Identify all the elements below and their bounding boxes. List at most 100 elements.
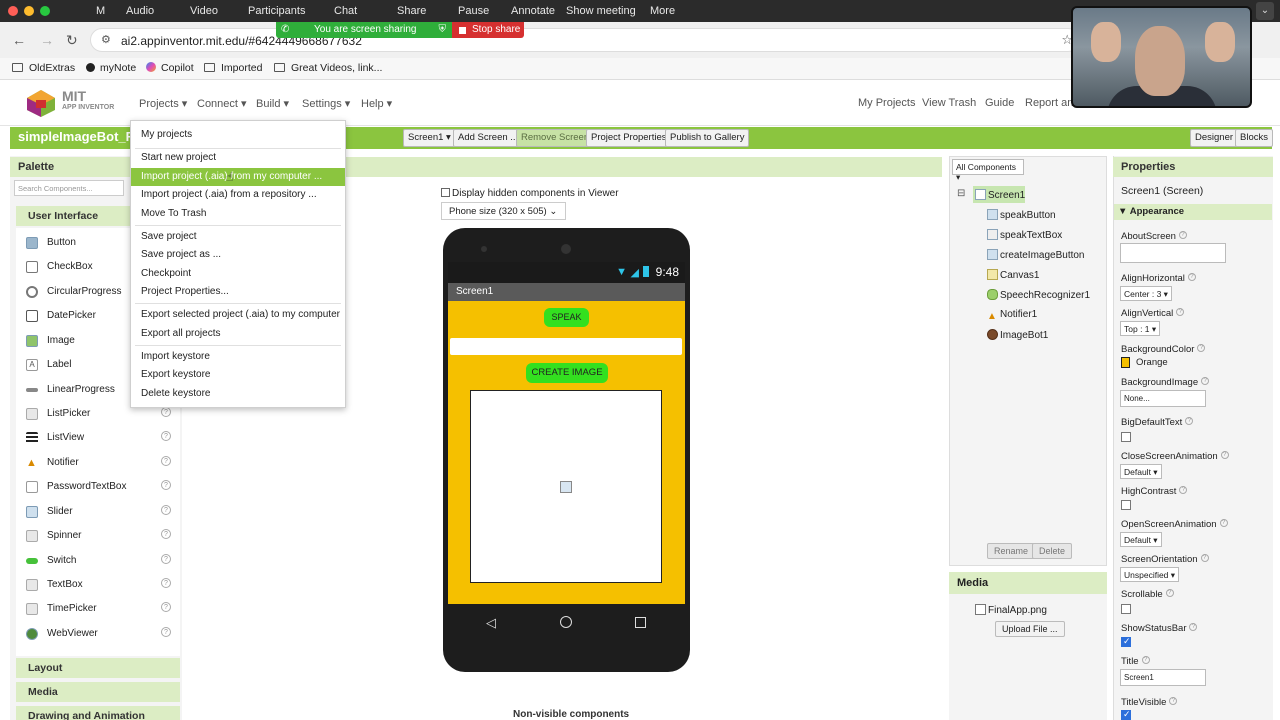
palette-search-input[interactable]: Search Components... [14, 180, 124, 196]
menu-item-delete-keystore[interactable]: Delete keystore [131, 385, 345, 403]
tree-item-imagebot1[interactable]: ImageBot1 [987, 329, 1048, 341]
help-icon[interactable]: ? [161, 407, 171, 417]
blocks-button[interactable]: Blocks [1235, 129, 1273, 147]
menu-item-import-from-repository[interactable]: Import project (.aia) from a repository … [131, 186, 345, 204]
zoom-chat[interactable]: Chat [334, 5, 357, 17]
help-icon[interactable]: ? [1197, 344, 1206, 352]
zoom-video[interactable]: Video [190, 5, 218, 17]
menu-item-my-projects[interactable]: My projects [131, 126, 345, 144]
align-horizontal-select[interactable]: Center : 3 ▾ [1120, 286, 1172, 301]
title-visible-checkbox[interactable]: ✓ [1121, 709, 1131, 720]
help-icon[interactable]: ? [161, 627, 171, 637]
section-appearance[interactable]: ▼ Appearance [1114, 204, 1272, 220]
background-color-value[interactable]: Orange [1136, 357, 1168, 368]
close-animation-select[interactable]: Default ▾ [1120, 464, 1162, 479]
zoom-pause[interactable]: Pause [458, 5, 489, 17]
zoom-annotate[interactable]: Annotate [511, 5, 555, 17]
link-view-trash[interactable]: View Trash [922, 97, 976, 109]
media-file-finalapp[interactable]: FinalApp.png [975, 604, 1047, 616]
rename-button[interactable]: Rename [987, 543, 1036, 559]
tree-item-speaktextbox[interactable]: speakTextBox [987, 229, 1062, 241]
category-layout[interactable]: Layout [16, 658, 180, 678]
url-bar[interactable]: ⚙ ai2.appinventor.mit.edu/#6424449668677… [90, 28, 1080, 52]
menu-item-export-all[interactable]: Export all projects [131, 325, 345, 343]
delete-button[interactable]: Delete [1032, 543, 1073, 559]
tree-item-canvas1[interactable]: Canvas1 [987, 269, 1039, 281]
help-icon[interactable]: ? [1189, 623, 1198, 631]
category-media[interactable]: Media [16, 682, 180, 702]
palette-item-listview[interactable]: ListView? [24, 431, 174, 451]
help-icon[interactable]: ? [161, 602, 171, 612]
screen-orientation-select[interactable]: Unspecified ▾ [1120, 567, 1180, 582]
palette-item-switch[interactable]: Switch? [24, 554, 174, 574]
help-icon[interactable]: ? [1176, 308, 1185, 316]
menu-projects[interactable]: Projects ▾ [139, 97, 187, 110]
site-settings-icon[interactable]: ⚙ [101, 33, 111, 46]
bookmark-great-videos[interactable]: Great Videos, link... [274, 62, 382, 74]
add-screen-button[interactable]: Add Screen ... [453, 129, 524, 147]
all-components-select[interactable]: All Components ▾ [952, 159, 1024, 182]
zoom-more[interactable]: More [650, 5, 675, 17]
collapse-icon[interactable]: ⊟ [957, 188, 965, 199]
speak-textbox[interactable] [450, 338, 682, 355]
align-vertical-select[interactable]: Top : 1 ▾ [1120, 321, 1161, 336]
tree-item-screen1[interactable]: Screen1 [975, 189, 1025, 201]
palette-item-timepicker[interactable]: TimePicker? [24, 602, 174, 622]
help-icon[interactable]: ? [161, 456, 171, 466]
help-icon[interactable]: ? [1169, 697, 1178, 705]
link-guide[interactable]: Guide [985, 97, 1014, 109]
menu-item-save-project-as[interactable]: Save project as ... [131, 246, 345, 264]
tree-item-speakbutton[interactable]: speakButton [987, 209, 1056, 221]
upload-file-button[interactable]: Upload File ... [995, 621, 1065, 637]
menu-item-project-properties[interactable]: Project Properties... [131, 283, 345, 301]
publish-gallery-button[interactable]: Publish to Gallery [665, 129, 750, 147]
bookmark-copilot[interactable]: Copilot [146, 62, 194, 74]
help-icon[interactable]: ? [161, 505, 171, 515]
tree-item-notifier1[interactable]: ▲ Notifier1 [987, 309, 1037, 323]
help-icon[interactable]: ? [161, 529, 171, 539]
help-icon[interactable]: ? [1141, 656, 1150, 664]
help-icon[interactable]: ? [1200, 554, 1209, 562]
menu-help[interactable]: Help ▾ [361, 97, 392, 110]
display-hidden-checkbox[interactable]: Display hidden components in Viewer [441, 188, 619, 199]
stop-share-button[interactable]: Stop share [452, 22, 524, 38]
designer-button[interactable]: Designer [1190, 129, 1239, 147]
project-properties-button[interactable]: Project Properties [586, 129, 672, 147]
help-icon[interactable]: ? [1165, 589, 1174, 597]
help-icon[interactable]: ? [161, 431, 171, 441]
help-icon[interactable]: ? [1187, 273, 1196, 281]
menu-item-move-to-trash[interactable]: Move To Trash [131, 205, 345, 223]
open-animation-select[interactable]: Default ▾ [1120, 532, 1162, 547]
background-image-input[interactable]: None... [1120, 390, 1206, 407]
menu-build[interactable]: Build ▾ [256, 97, 289, 110]
zoom-participants[interactable]: Participants [248, 5, 305, 17]
remove-screen-button[interactable]: Remove Screen [516, 129, 595, 147]
menu-item-export-keystore[interactable]: Export keystore [131, 366, 345, 384]
category-drawing-animation[interactable]: Drawing and Animation [16, 706, 180, 720]
help-icon[interactable]: ? [1179, 486, 1188, 494]
back-icon[interactable]: ← [12, 32, 26, 48]
help-icon[interactable]: ? [161, 480, 171, 490]
title-input[interactable]: Screen1 [1120, 669, 1206, 686]
high-contrast-checkbox[interactable] [1121, 500, 1131, 510]
bookmark-oldextras[interactable]: OldExtras [12, 62, 75, 74]
palette-item-notifier[interactable]: ▲ Notifier? [24, 456, 174, 476]
link-my-projects[interactable]: My Projects [858, 97, 915, 109]
big-default-text-checkbox[interactable] [1121, 432, 1131, 442]
menu-item-save-project[interactable]: Save project [131, 228, 345, 246]
minimize-window-dot[interactable] [24, 6, 34, 16]
menu-item-start-new-project[interactable]: Start new project [131, 149, 345, 167]
menu-item-import-keystore[interactable]: Import keystore [131, 348, 345, 366]
zoom-audio[interactable]: Audio [126, 5, 154, 17]
scrollable-checkbox[interactable] [1121, 604, 1131, 614]
phone-size-select[interactable]: Phone size (320 x 505) ⌄ [441, 202, 566, 220]
background-color-swatch[interactable] [1121, 357, 1130, 368]
zoom-share[interactable]: Share [397, 5, 426, 17]
about-screen-input[interactable] [1120, 243, 1226, 263]
palette-item-passwordtextbox[interactable]: PasswordTextBox? [24, 480, 174, 500]
chevron-down-icon[interactable]: ⌄ [1256, 2, 1274, 20]
reload-icon[interactable]: ↻ [66, 32, 78, 49]
bookmark-mynote[interactable]: myNote [86, 62, 136, 74]
menu-settings[interactable]: Settings ▾ [302, 97, 350, 110]
palette-item-listpicker[interactable]: ListPicker? [24, 407, 174, 427]
